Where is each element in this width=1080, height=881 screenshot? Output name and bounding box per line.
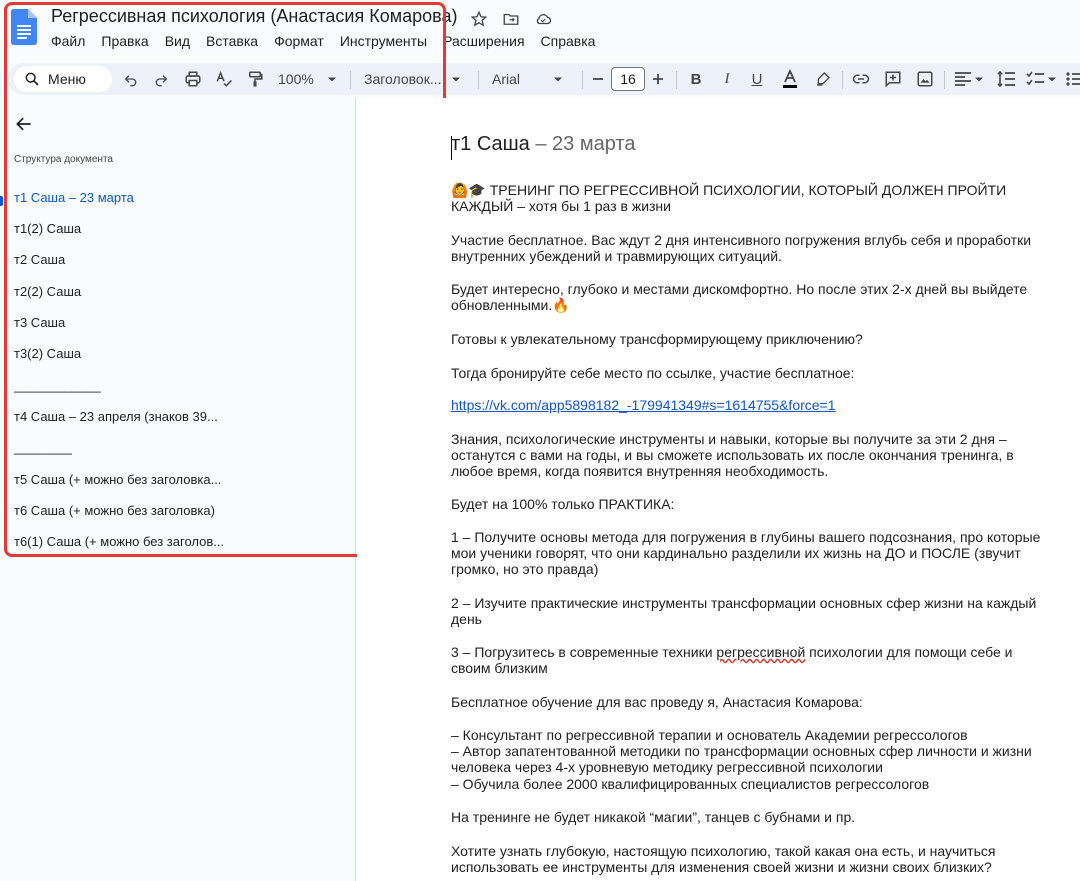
- document-outline-panel: Структура документа т1 Саша – 23 марта т…: [0, 98, 356, 881]
- paragraph: 3 – Погрузитесь в современные техники ре…: [451, 644, 1041, 676]
- paragraph: – Консультант по регрессивной терапии и …: [451, 727, 968, 743]
- menu-search-label: Меню: [48, 71, 86, 87]
- menu-view[interactable]: Вид: [165, 33, 190, 49]
- insert-link-icon[interactable]: [850, 63, 872, 95]
- paragraph: Знания, психологические инструменты и на…: [451, 431, 1014, 479]
- toolbar-divider: [582, 71, 583, 89]
- outline-heading: Структура документа: [14, 154, 113, 165]
- heading-date: – 23 марта: [535, 133, 636, 155]
- line-spacing-icon[interactable]: [995, 63, 1017, 95]
- outline-item[interactable]: ________: [14, 440, 72, 455]
- align-left-icon[interactable]: [952, 63, 986, 95]
- move-folder-icon[interactable]: [500, 8, 522, 30]
- paragraph: Бесплатное обучение для вас проведу я, А…: [451, 694, 863, 710]
- paragraph: 1 – Получите основы метода для погружени…: [451, 529, 1041, 577]
- toolbar-divider: [350, 71, 351, 89]
- outline-item[interactable]: т5 Саша (+ можно без заголовка...: [14, 472, 221, 487]
- italic-icon[interactable]: I: [717, 63, 737, 95]
- paint-format-icon[interactable]: [244, 63, 266, 95]
- undo-icon[interactable]: [120, 63, 142, 95]
- star-icon[interactable]: [468, 8, 490, 30]
- document-heading: т1 Саша – 23 марта: [451, 133, 636, 155]
- bulleted-list-icon[interactable]: [1064, 63, 1080, 95]
- paragraph: 2 – Изучите практические инструменты тра…: [451, 595, 1037, 627]
- misspelled-word[interactable]: регрессивной: [716, 644, 805, 660]
- registration-link[interactable]: https://vk.com/app5898182_-179941349#s=1…: [451, 397, 1041, 413]
- menu-bar: Файл Правка Вид Вставка Формат Инструмен…: [51, 33, 611, 49]
- menu-format[interactable]: Формат: [274, 33, 324, 49]
- caret-down-icon: [327, 77, 336, 81]
- docs-logo-icon[interactable]: [11, 9, 37, 45]
- outline-item[interactable]: т6(1) Саша (+ можно без заголов...: [14, 534, 224, 549]
- menu-edit[interactable]: Правка: [101, 33, 148, 49]
- paragraph: Хотите узнать глубокую, настоящую психол…: [451, 843, 996, 875]
- paragraph: Готовы к увлекательному трансформирующем…: [451, 331, 863, 347]
- outline-item[interactable]: т6 Саша (+ можно без заголовка): [14, 503, 215, 518]
- title-bar: Регрессивная психология (Анастасия Комар…: [0, 0, 1080, 60]
- increase-font-size-icon[interactable]: [650, 63, 666, 95]
- caret-down-icon: [451, 77, 460, 81]
- document-title[interactable]: Регрессивная психология (Анастасия Комар…: [51, 6, 458, 27]
- zoom-select[interactable]: 100%: [278, 63, 338, 95]
- search-icon: [25, 72, 39, 86]
- menu-file[interactable]: Файл: [51, 33, 85, 49]
- back-arrow-icon[interactable]: [14, 114, 34, 134]
- paragraph: – Автор запатентованной методики по тран…: [451, 743, 1032, 775]
- outline-item[interactable]: т1(2) Саша: [14, 221, 81, 236]
- menu-search-button[interactable]: Меню: [14, 66, 112, 92]
- caret-down-icon: [975, 77, 983, 81]
- outline-item[interactable]: ____________: [14, 378, 101, 393]
- toolbar-divider: [478, 71, 479, 89]
- outline-item[interactable]: т4 Саша – 23 апреля (знаков 39...: [14, 409, 218, 424]
- caret-down-icon: [1048, 77, 1056, 81]
- paragraph: Тогда бронируйте себе место по ссылке, у…: [451, 365, 855, 381]
- style-select[interactable]: Заголовок...: [364, 63, 464, 95]
- toolbar-divider: [944, 71, 945, 89]
- add-comment-icon[interactable]: [882, 63, 904, 95]
- spellcheck-icon[interactable]: [213, 63, 235, 95]
- active-outline-marker: [0, 196, 3, 206]
- paragraph: Участие бесплатное. Вас ждут 2 дня интен…: [451, 232, 1032, 264]
- highlight-pen-icon[interactable]: [812, 63, 834, 95]
- menu-help[interactable]: Справка: [541, 33, 596, 49]
- font-size-input[interactable]: 16: [611, 67, 645, 91]
- toolbar-divider: [842, 71, 843, 89]
- bold-icon[interactable]: B: [686, 63, 706, 95]
- underline-icon[interactable]: U: [747, 63, 767, 95]
- paragraph-text: 3 – Погрузитесь в современные техники: [451, 644, 717, 660]
- toolbar: Меню 100% Заголовок... Arial 16 B I U: [8, 63, 1080, 95]
- caret-down-icon: [554, 77, 563, 81]
- cloud-saved-icon[interactable]: [532, 8, 554, 30]
- outline-item[interactable]: т1 Саша – 23 марта: [14, 190, 134, 205]
- print-icon[interactable]: [182, 63, 204, 95]
- menu-tools[interactable]: Инструменты: [340, 33, 427, 49]
- checklist-icon[interactable]: [1024, 63, 1058, 95]
- font-value: Arial: [492, 71, 521, 87]
- font-select[interactable]: Arial: [492, 63, 572, 95]
- zoom-value: 100%: [278, 71, 314, 87]
- outline-item[interactable]: т2 Саша: [14, 252, 65, 267]
- style-value: Заголовок...: [364, 71, 442, 87]
- toolbar-divider: [676, 71, 677, 89]
- paragraph: Будет на 100% только ПРАКТИКА:: [451, 496, 675, 512]
- outline-item[interactable]: т3(2) Саша: [14, 346, 81, 361]
- paragraph: – Обучила более 2000 квалифицированных с…: [451, 776, 930, 792]
- outline-item[interactable]: т3 Саша: [14, 315, 65, 330]
- paragraph: Будет интересно, глубоко и местами диско…: [451, 281, 1028, 313]
- menu-extensions[interactable]: Расширения: [443, 33, 524, 49]
- heading-text: т1 Саша: [451, 133, 530, 155]
- insert-image-icon[interactable]: [914, 63, 936, 95]
- redo-icon[interactable]: [150, 63, 172, 95]
- text-color-icon[interactable]: [779, 63, 801, 95]
- paragraph: На тренинге не будет никакой “магии”, та…: [451, 809, 856, 825]
- outline-item[interactable]: т2(2) Саша: [14, 284, 81, 299]
- paragraph: 🙆🎓 ТРЕНИНГ ПО РЕГРЕССИВНОЙ ПСИХОЛОГИИ, К…: [451, 182, 1007, 214]
- document-page[interactable]: т1 Саша – 23 марта 🙆🎓 ТРЕНИНГ ПО РЕГРЕСС…: [357, 98, 1080, 881]
- decrease-font-size-icon[interactable]: [590, 63, 606, 95]
- menu-insert[interactable]: Вставка: [206, 33, 258, 49]
